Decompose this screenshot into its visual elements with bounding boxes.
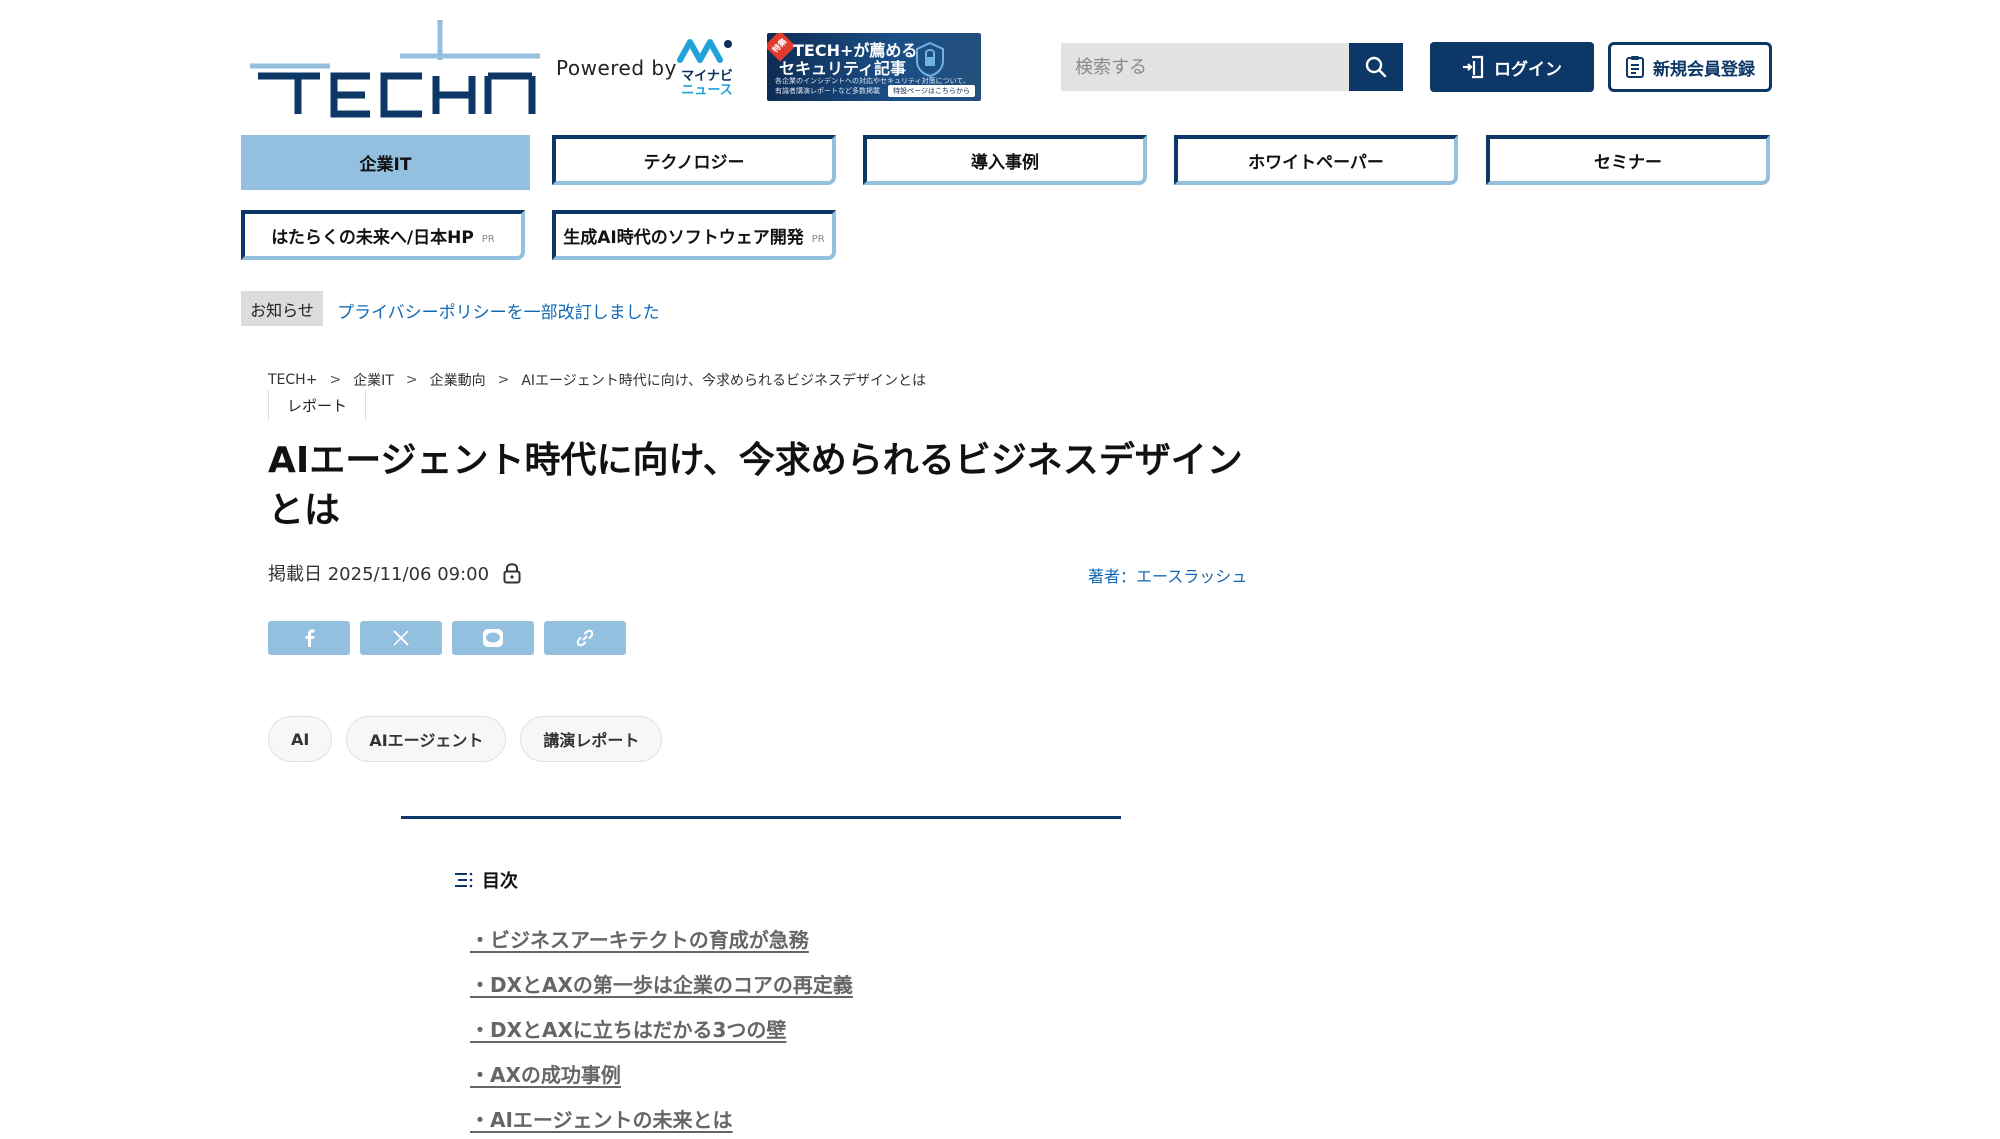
banner-cta: 特設ページはこちらから <box>888 85 975 97</box>
share-line-button[interactable] <box>452 621 534 655</box>
toc-item: ・AXの成功事例 <box>470 1059 853 1104</box>
breadcrumb-enterprise-it[interactable]: 企業IT <box>353 370 394 390</box>
lock-icon <box>503 563 521 584</box>
mynavi-news-logo[interactable]: マイナビ ニュース <box>676 34 738 100</box>
share-buttons <box>268 621 626 655</box>
toc-link-4[interactable]: ・AXの成功事例 <box>470 1063 621 1087</box>
article-title: AIエージェント時代に向け、今求められるビジネスデザイン とは <box>268 436 1248 536</box>
pr-badge: PR <box>481 233 495 245</box>
signup-icon <box>1626 56 1644 78</box>
toc-item: ・AIエージェントの未来とは <box>470 1104 853 1139</box>
toc-divider <box>401 816 1121 819</box>
tag-lecture-report[interactable]: 講演レポート <box>520 716 663 762</box>
nav-pr-genai-label: 生成AI時代のソフトウェア開発 <box>563 227 804 248</box>
breadcrumb: TECH+ > 企業IT > 企業動向 > AIエージェント時代に向け、今求めら… <box>268 370 926 390</box>
toc-list: ・ビジネスアーキテクトの育成が急務 ・DXとAXの第一歩は企業のコアの再定義 ・… <box>470 924 853 1139</box>
share-x-button[interactable] <box>360 621 442 655</box>
site-header: Powered by マイナビ ニュース 特集 TECH+が薦める セキュリティ… <box>0 0 2000 130</box>
toc-item: ・DXとAXに立ちはだかる3つの壁 <box>470 1014 853 1059</box>
tech-plus-logo[interactable] <box>250 18 540 118</box>
article-category[interactable]: レポート <box>268 390 367 420</box>
mynavi-line2: ニュース <box>681 83 733 98</box>
toc-link-2[interactable]: ・DXとAXの第一歩は企業のコアの再定義 <box>470 973 853 997</box>
breadcrumb-trends[interactable]: 企業動向 <box>430 370 486 390</box>
search-form <box>1061 43 1403 91</box>
toc-heading: 目次 <box>454 867 518 893</box>
link-icon <box>576 629 594 647</box>
toc-link-3[interactable]: ・DXとAXに立ちはだかる3つの壁 <box>470 1018 786 1042</box>
toc-heading-label: 目次 <box>482 871 518 892</box>
login-label: ログイン <box>1494 59 1562 80</box>
breadcrumb-home[interactable]: TECH+ <box>268 372 317 388</box>
nav-technology[interactable]: テクノロジー <box>552 135 836 185</box>
search-button[interactable] <box>1349 43 1403 91</box>
share-facebook-button[interactable] <box>268 621 350 655</box>
notice-link[interactable]: プライバシーポリシーを一部改訂しました <box>337 298 660 323</box>
share-link-button[interactable] <box>544 621 626 655</box>
toc-link-5[interactable]: ・AIエージェントの未来とは <box>470 1108 733 1132</box>
tag-ai[interactable]: AI <box>268 716 333 762</box>
signup-button[interactable]: 新規会員登録 <box>1608 42 1772 92</box>
toc-item: ・DXとAXの第一歩は企業のコアの再定義 <box>470 969 853 1014</box>
line-icon <box>483 629 503 647</box>
article-tags: AI AIエージェント 講演レポート <box>268 716 663 762</box>
article-meta: 掲載日 2025/11/06 09:00 <box>268 560 521 586</box>
article-title-line2: とは <box>268 490 341 531</box>
tag-ai-agent[interactable]: AIエージェント <box>346 716 507 762</box>
facebook-icon <box>305 629 315 647</box>
login-icon <box>1463 55 1484 79</box>
publish-date: 掲載日 2025/11/06 09:00 <box>268 564 490 585</box>
x-icon <box>393 630 409 646</box>
breadcrumb-separator: > <box>405 372 418 388</box>
breadcrumb-current: AIエージェント時代に向け、今求められるビジネスデザインとは <box>521 373 927 389</box>
nav-seminar[interactable]: セミナー <box>1486 135 1770 185</box>
mynavi-mark-icon <box>677 39 732 63</box>
security-feature-banner[interactable]: 特集 TECH+が薦める セキュリティ記事 各企業のインシデントへの対応やセキュ… <box>767 33 981 101</box>
article-title-line1: AIエージェント時代に向け、今求められるビジネスデザイン <box>268 440 1243 481</box>
toc-item: ・ビジネスアーキテクトの育成が急務 <box>470 924 853 969</box>
notice-badge: お知らせ <box>241 291 323 326</box>
breadcrumb-separator: > <box>497 372 510 388</box>
signup-label: 新規会員登録 <box>1653 59 1755 80</box>
toc-list-icon <box>455 872 473 888</box>
article-author[interactable]: 著者：エースラッシュ <box>1088 563 1247 587</box>
mynavi-line1: マイナビ <box>681 69 733 84</box>
toc-link-1[interactable]: ・ビジネスアーキテクトの育成が急務 <box>470 928 809 952</box>
search-icon <box>1365 56 1387 78</box>
banner-desc-2: 有識者講演レポートなど多数掲載 <box>775 87 880 95</box>
lock-shield-icon <box>916 41 944 77</box>
nav-pr-genai[interactable]: 生成AI時代のソフトウェア開発 PR <box>552 210 836 260</box>
nav-case-studies[interactable]: 導入事例 <box>863 135 1147 185</box>
nav-whitepaper[interactable]: ホワイトペーパー <box>1174 135 1458 185</box>
search-input[interactable] <box>1061 43 1350 91</box>
pr-badge: PR <box>811 233 825 245</box>
powered-by-label: Powered by <box>556 56 677 80</box>
nav-pr-hp-label: はたらくの未来へ/日本HP <box>271 227 474 248</box>
nav-enterprise-it[interactable]: 企業IT <box>241 135 530 190</box>
nav-pr-hp[interactable]: はたらくの未来へ/日本HP PR <box>241 210 525 260</box>
breadcrumb-separator: > <box>329 372 342 388</box>
login-button[interactable]: ログイン <box>1430 42 1594 92</box>
